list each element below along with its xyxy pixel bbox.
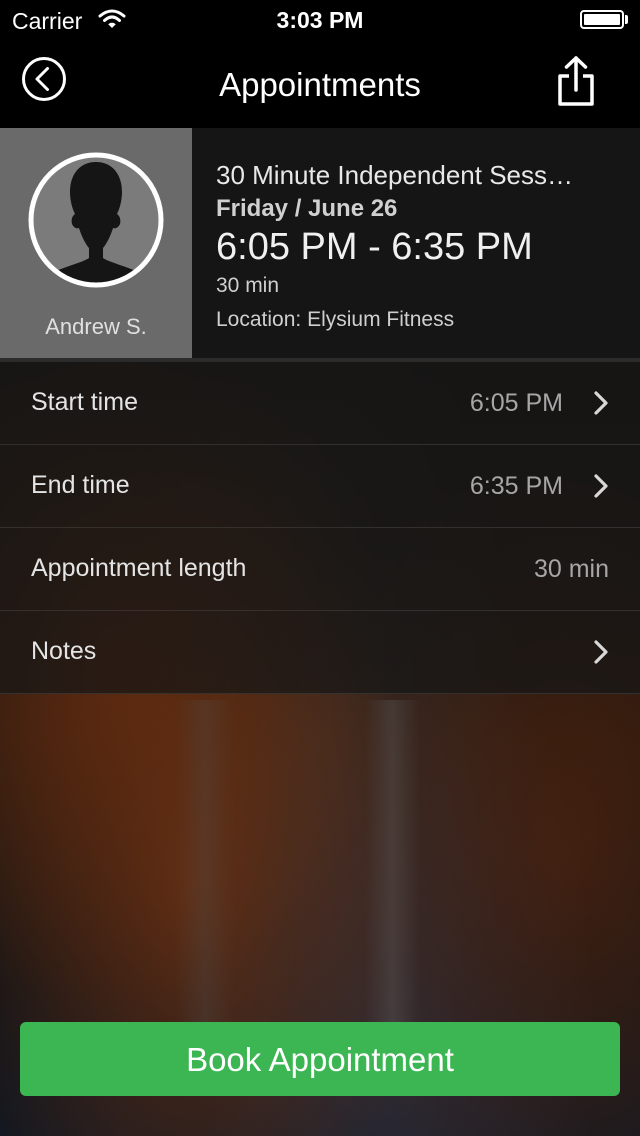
battery-icon (580, 10, 624, 29)
appointment-duration: 30 min (216, 274, 280, 297)
background-pole (175, 700, 235, 1040)
status-time: 3:03 PM (276, 7, 364, 33)
appointment-time-range: 6:05 PM - 6:35 PM (216, 226, 533, 268)
end-time-row[interactable]: End time 6:35 PM (0, 445, 640, 528)
appointment-details-list: Start time 6:05 PM End time 6:35 PM Appo… (0, 362, 640, 694)
status-bar: Carrier 3:03 PM (0, 0, 640, 40)
row-value: 6:05 PM (469, 389, 563, 417)
background-pole (365, 700, 420, 1040)
chevron-right-icon (594, 640, 608, 664)
trainer-name: Andrew S. (45, 314, 147, 339)
appointment-location: Location: Elysium Fitness (216, 308, 455, 331)
chevron-right-icon (594, 391, 608, 415)
trainer-panel: Andrew S. (0, 128, 192, 358)
avatar-icon (28, 152, 164, 288)
row-label: End time (31, 471, 130, 499)
appointment-summary: Andrew S. 30 Minute Independent Sess… Fr… (0, 128, 640, 358)
appointment-title: 30 Minute Independent Sess… (216, 160, 574, 190)
share-icon[interactable] (556, 54, 596, 110)
row-value: 30 min (533, 555, 609, 583)
start-time-row[interactable]: Start time 6:05 PM (0, 362, 640, 445)
notes-row[interactable]: Notes (0, 611, 640, 694)
battery-tip (625, 15, 628, 24)
appointment-date: Friday / June 26 (216, 195, 398, 222)
navigation-bar: Appointments (0, 40, 640, 128)
page-title: Appointments (219, 66, 421, 103)
row-label: Appointment length (31, 554, 247, 582)
appointment-length-row: Appointment length 30 min (0, 528, 640, 611)
chevron-right-icon (594, 474, 608, 498)
row-value: 6:35 PM (469, 472, 563, 500)
book-appointment-button[interactable]: Book Appointment (20, 1022, 620, 1096)
row-label: Notes (31, 637, 97, 665)
row-label: Start time (31, 388, 138, 416)
